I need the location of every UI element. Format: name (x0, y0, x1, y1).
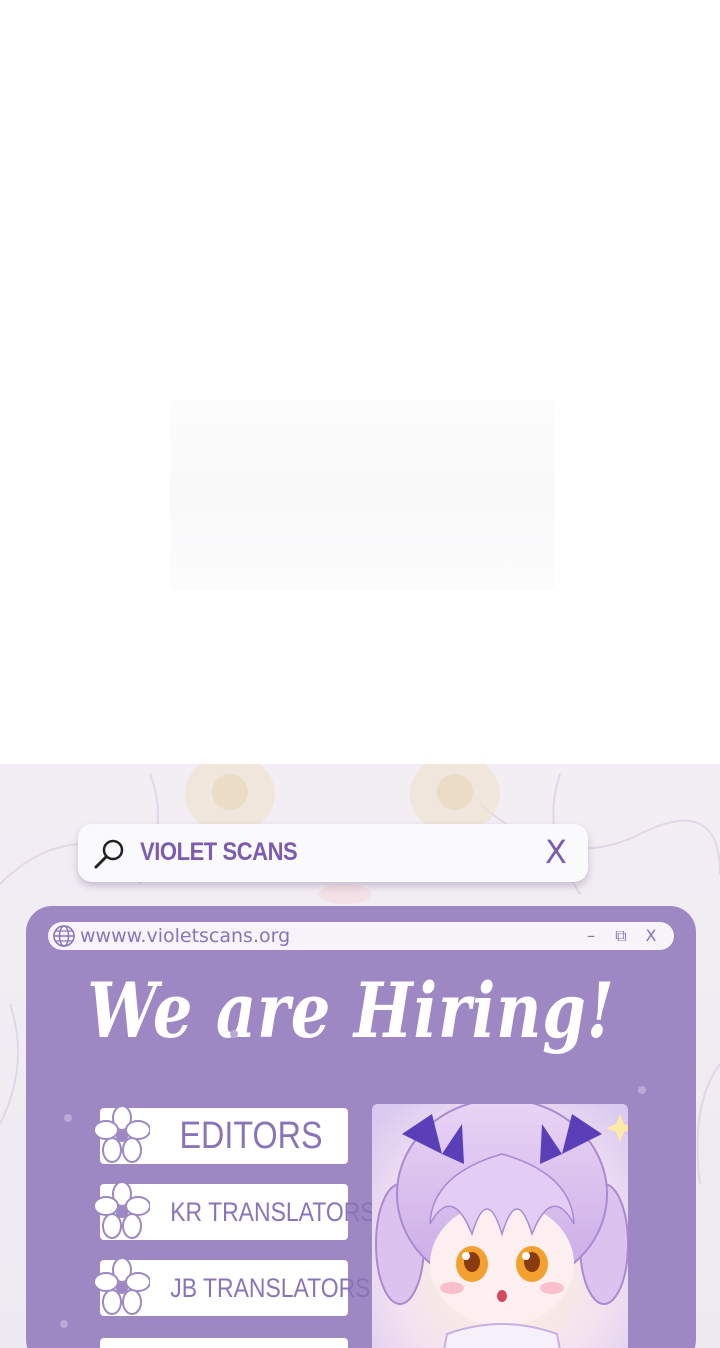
role-editors[interactable]: EDITORS (94, 1106, 348, 1164)
globe-icon (53, 925, 75, 947)
chibi-character-image (372, 1104, 628, 1348)
role-label: JB TRANSLATORS (170, 1273, 371, 1303)
browser-window: wwww.violetscans.org – ⧉ X We are Hiring… (26, 906, 696, 1348)
window-controls: – ⧉ X (582, 922, 660, 950)
search-icon (94, 839, 124, 869)
flower-icon (94, 1258, 150, 1315)
flower-icon (94, 1182, 150, 1239)
role-label: EDITORS (179, 1115, 323, 1157)
role-partial[interactable] (100, 1338, 348, 1348)
sparkle-dot (638, 1086, 646, 1094)
faint-background-box (170, 400, 555, 590)
hiring-banner: VIOLET SCANS X wwww.violetscans.org – ⧉ … (0, 764, 720, 1348)
role-kr-translators[interactable]: KR TRANSLATORS (94, 1182, 376, 1240)
character-illustration (372, 1104, 628, 1348)
search-bar[interactable]: VIOLET SCANS X (78, 824, 588, 882)
sparkle-dot (64, 1114, 72, 1122)
flower-icon (94, 1106, 150, 1163)
sparkle-dot (60, 1320, 68, 1328)
minimize-icon[interactable]: – (582, 922, 600, 950)
role-jb-translators[interactable]: JB TRANSLATORS (94, 1258, 371, 1316)
url-bar[interactable]: wwww.violetscans.org – ⧉ X (48, 922, 674, 950)
restore-icon[interactable]: ⧉ (612, 922, 630, 950)
search-query[interactable]: VIOLET SCANS (140, 838, 298, 867)
role-label: KR TRANSLATORS (170, 1197, 376, 1227)
hiring-heading: We are Hiring! (87, 966, 615, 1055)
window-close-icon[interactable]: X (642, 922, 660, 950)
blank-page-area (0, 0, 720, 764)
url-text: wwww.violetscans.org (80, 925, 291, 947)
sparkle-dot (230, 1030, 238, 1038)
close-icon[interactable]: X (536, 832, 576, 872)
